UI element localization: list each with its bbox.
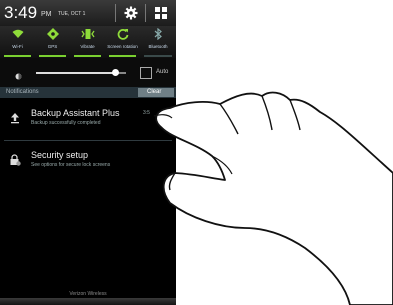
auto-brightness-label: Auto	[156, 69, 169, 75]
clock-ampm: PM	[41, 11, 52, 18]
lock-settings-icon	[10, 153, 21, 166]
vibrate-icon	[70, 28, 105, 42]
upload-icon	[10, 111, 20, 124]
status-divider	[145, 4, 146, 22]
bluetooth-icon	[140, 27, 176, 42]
notification-time: 3:5	[143, 110, 150, 116]
notifications-title: Notifications	[6, 89, 39, 95]
status-divider	[115, 4, 116, 22]
wifi-icon	[0, 28, 35, 42]
toggle-label: GPS	[47, 44, 58, 49]
hand-pointer-illustration	[153, 91, 393, 305]
notification-subtitle: See options for secure lock screens	[31, 162, 111, 168]
brightness-slider[interactable]	[36, 69, 126, 76]
toggle-bluetooth[interactable]: Bluetooth	[140, 26, 176, 58]
toggle-label: Vibrate	[80, 44, 95, 49]
brightness-slider-thumb[interactable]	[111, 69, 119, 76]
toggle-label: Screen rotation	[107, 44, 138, 49]
gps-icon	[35, 28, 70, 42]
rotation-icon	[105, 28, 140, 42]
grid-icon[interactable]	[151, 4, 171, 22]
toggle-wifi[interactable]: Wi-Fi	[0, 26, 35, 58]
notification-divider	[4, 140, 172, 141]
clock-date: TUE, OCT 1	[58, 11, 86, 17]
toggle-screen-rotation[interactable]: Screen rotation	[105, 26, 140, 58]
notification-subtitle: Backup successfully completed	[31, 120, 101, 126]
quick-settings-toggles: Wi-Fi GPS Vibrate Screen rotation Blueto…	[0, 26, 176, 58]
toggle-gps[interactable]: GPS	[35, 26, 70, 58]
gear-icon[interactable]	[121, 4, 141, 22]
brightness-icon	[14, 68, 23, 80]
toggle-label: Wi-Fi	[12, 44, 23, 49]
clock-time: 3:49	[4, 3, 38, 22]
notification-title: Security setup	[31, 150, 89, 160]
toggle-vibrate[interactable]: Vibrate	[70, 26, 105, 58]
status-bar: 3:49 PM TUE, OCT 1	[0, 0, 176, 26]
toggle-label: Bluetooth	[148, 44, 168, 49]
brightness-slider-fill	[36, 72, 116, 74]
notification-title: Backup Assistant Plus	[31, 108, 120, 118]
